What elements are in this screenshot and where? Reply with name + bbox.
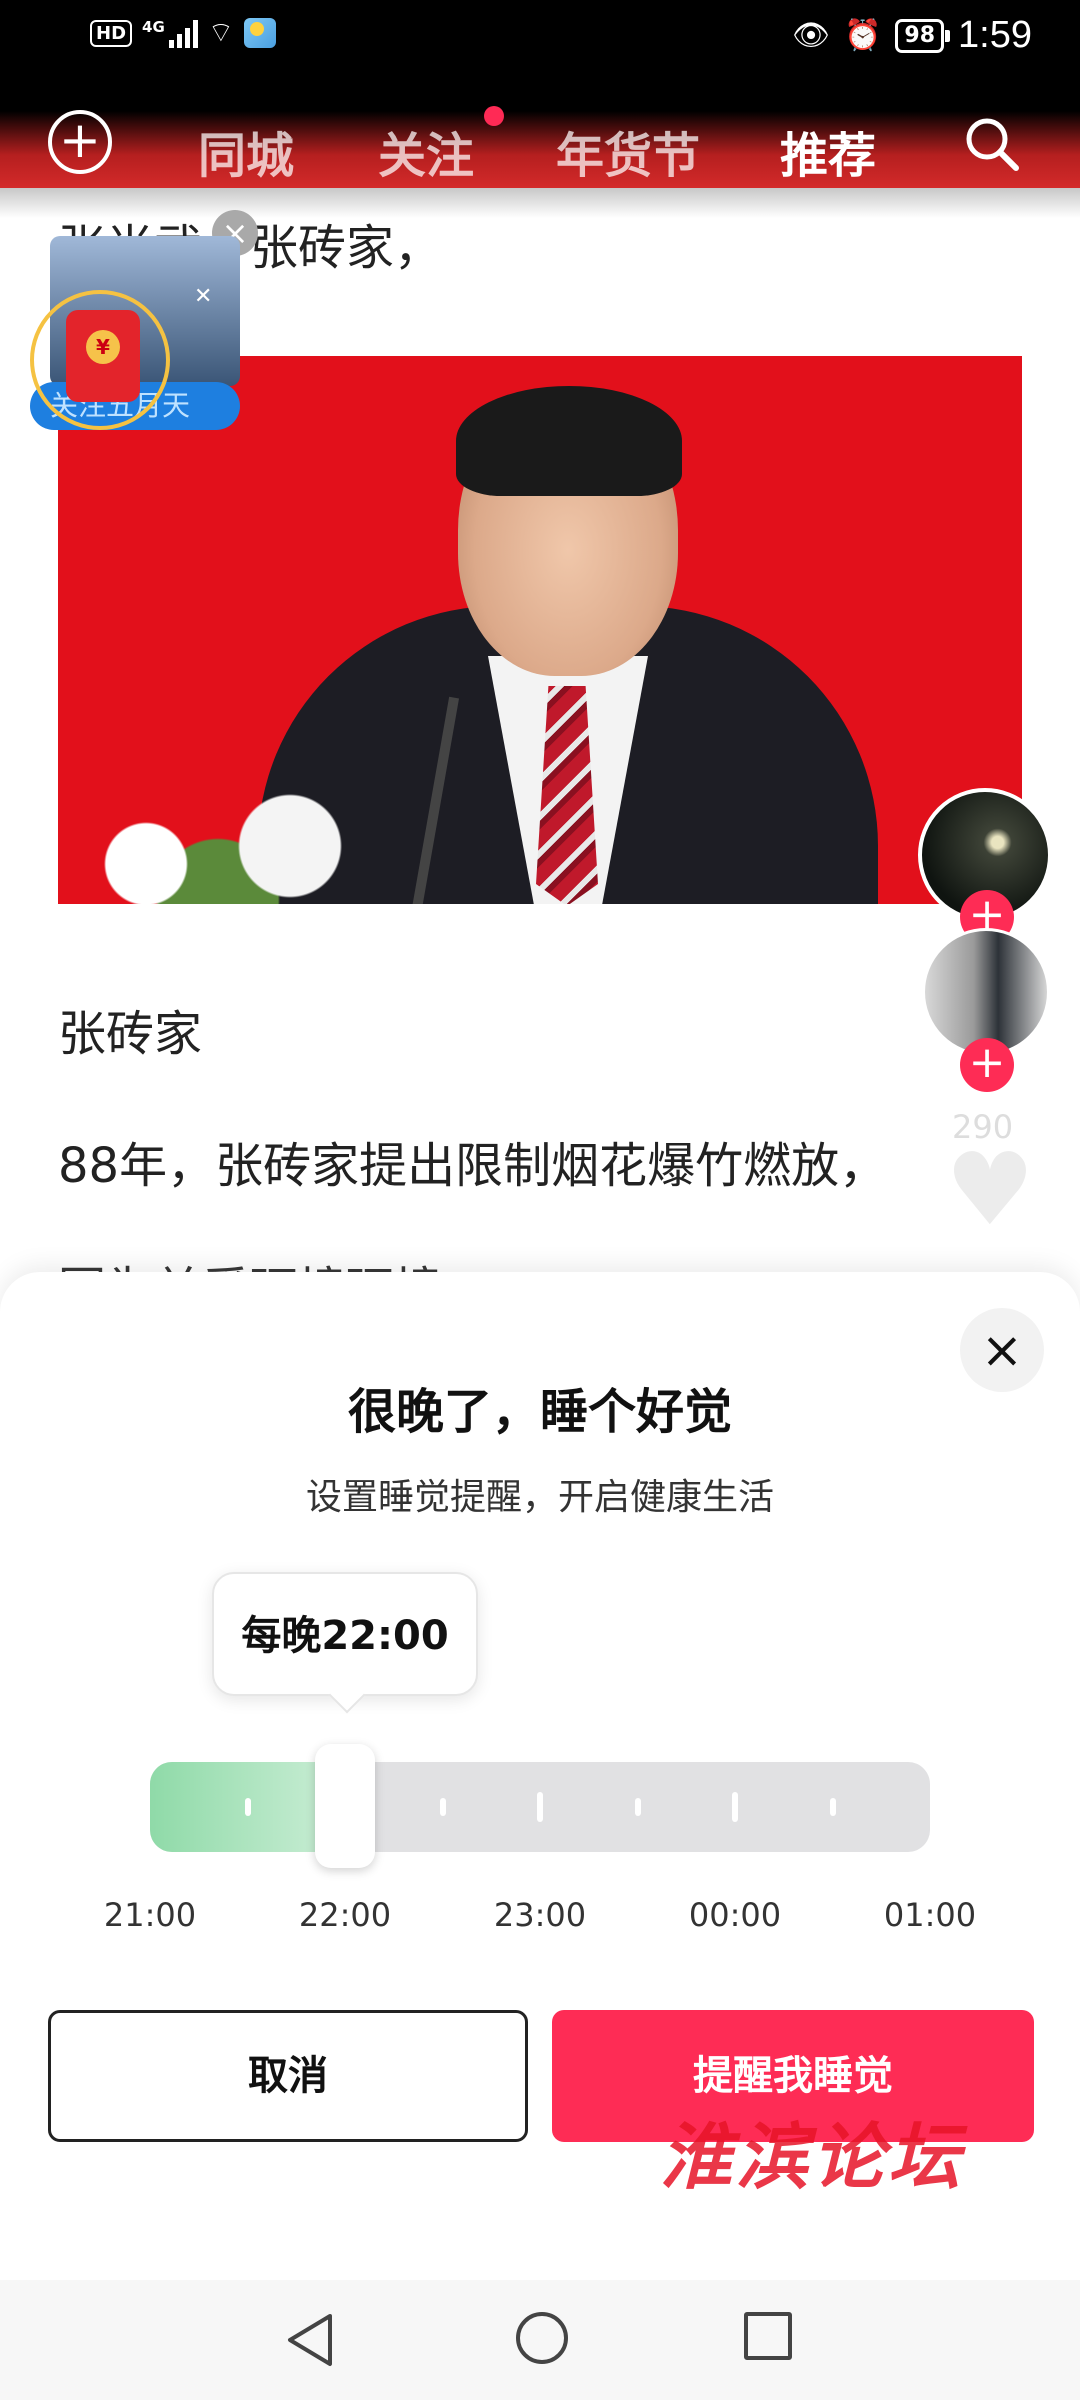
hd-indicator: HD: [90, 19, 133, 47]
slider-tick: [537, 1792, 543, 1822]
add-icon[interactable]: +: [48, 110, 112, 174]
sheet-title: 很晚了，睡个好觉: [347, 1384, 732, 1440]
slider-tick: [635, 1798, 641, 1816]
weather-icon: [244, 18, 277, 48]
time-label-0000: 00:00: [688, 1896, 782, 1934]
battery-icon: 98: [895, 18, 950, 53]
feed-photo: [58, 356, 1022, 904]
back-icon[interactable]: [284, 2312, 336, 2368]
time-label-2300: 23:00: [493, 1896, 587, 1934]
system-nav-bar: [0, 2280, 1080, 2400]
slider-tick: [732, 1792, 738, 1822]
status-left: HD 4G ⌔: [90, 16, 277, 49]
slider-tick: [245, 1798, 251, 1816]
feed-heading: 张砖家: [58, 1006, 203, 1062]
slider-tick: [830, 1798, 836, 1816]
coin-icon: ¥: [86, 330, 120, 364]
time-label-2200: 22:00: [298, 1896, 392, 1934]
follow-plus-icon-secondary[interactable]: +: [960, 1038, 1014, 1092]
red-packet-widget[interactable]: 关注五月天 ¥ ✕: [30, 236, 240, 436]
alarm-icon: ⏰: [844, 18, 882, 53]
tab-nearby[interactable]: 同城: [198, 116, 294, 186]
status-bar: HD 4G ⌔ 👁 ⏰ 98 1:59: [0, 0, 1080, 78]
notification-dot: [484, 106, 504, 126]
sheet-subtitle: 设置睡觉提醒，开启健康生活: [305, 1477, 774, 1518]
wifi-icon: ⌔: [207, 16, 235, 49]
tab-following[interactable]: 关注: [378, 116, 474, 186]
widget-close-icon[interactable]: ✕: [194, 284, 212, 309]
status-right: 👁 ⏰ 98 1:59: [792, 14, 1032, 57]
recent-apps-icon[interactable]: [744, 2312, 792, 2360]
time-label-0100: 01:00: [883, 1896, 977, 1934]
clock: 1:59: [958, 14, 1032, 56]
time-slider-thumb[interactable]: [315, 1744, 375, 1868]
network-type: 4G: [142, 18, 165, 36]
cancel-button[interactable]: 取消: [48, 2010, 528, 2142]
home-icon[interactable]: [516, 2312, 568, 2364]
top-nav: + 同城 关注 年货节 推荐: [0, 78, 1080, 194]
tab-recommend[interactable]: 推荐: [780, 116, 876, 186]
tab-festival[interactable]: 年货节: [556, 116, 700, 186]
sleep-reminder-sheet: × 很晚了，睡个好觉 设置睡觉提醒，开启健康生活 每晚22:00 21:00 2…: [0, 1272, 1080, 2400]
eye-icon: 👁: [791, 18, 831, 53]
signal-icon: [168, 18, 198, 48]
search-icon[interactable]: [962, 114, 1022, 174]
heart-icon[interactable]: ♥: [940, 1140, 1040, 1240]
feed-paragraph: 88年，张砖家提出限制烟花爆竹燃放，: [58, 1138, 888, 1194]
watermark: 淮滨论坛: [660, 2114, 965, 2199]
time-slider-track[interactable]: [150, 1762, 930, 1852]
selected-time-tooltip: 每晚22:00: [212, 1572, 478, 1696]
time-label-2100: 21:00: [103, 1896, 197, 1934]
slider-tick: [440, 1798, 446, 1816]
